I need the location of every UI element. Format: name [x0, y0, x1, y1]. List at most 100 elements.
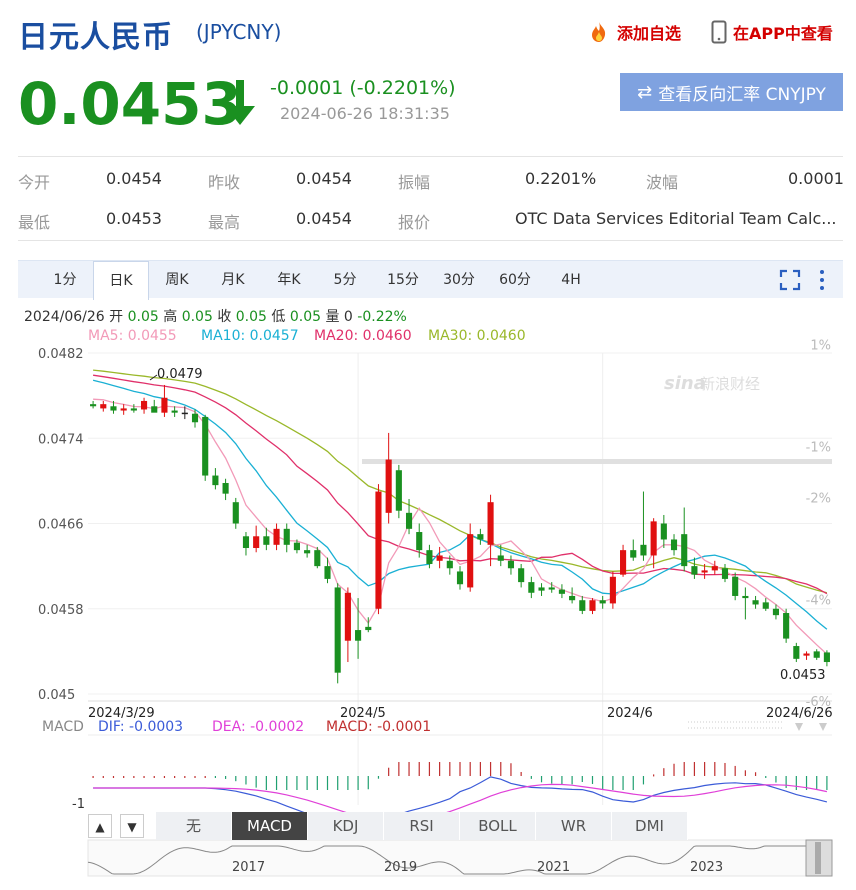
macd-bar	[408, 762, 410, 776]
macd-bar	[153, 776, 155, 778]
macd-bar	[785, 776, 787, 788]
macd-bar	[500, 762, 502, 776]
macd-bar	[347, 776, 349, 790]
candle	[90, 404, 97, 407]
pct-tick-label: -2%	[806, 491, 831, 506]
indicator-rsi[interactable]: RSI	[384, 812, 460, 840]
min-annotation: 0.0453	[780, 668, 826, 683]
macd-bar	[265, 776, 267, 790]
candle	[660, 523, 667, 540]
macd-bar	[296, 776, 298, 790]
candle	[813, 651, 820, 658]
candle	[253, 536, 260, 549]
macd-bar	[724, 762, 726, 776]
candle	[793, 646, 800, 659]
candle	[558, 589, 565, 594]
macd-bar	[642, 776, 645, 785]
candle	[171, 410, 178, 413]
candle	[518, 568, 525, 583]
candle	[630, 550, 637, 558]
indicator-boll[interactable]: BOLL	[460, 812, 536, 840]
candle	[579, 600, 586, 611]
candle	[772, 608, 780, 616]
macd-bar	[591, 776, 594, 784]
candle	[670, 539, 678, 551]
candle	[721, 568, 729, 579]
macd-bar	[143, 776, 145, 778]
macd-bar	[653, 774, 655, 777]
macd-y-label: -1	[72, 797, 85, 812]
candle	[507, 560, 515, 569]
candle	[803, 653, 810, 656]
candle	[762, 602, 769, 609]
macd-bar	[479, 762, 481, 776]
candle	[181, 412, 188, 415]
candle	[569, 595, 576, 601]
candle	[355, 630, 362, 641]
macd-bar	[133, 776, 135, 778]
candle	[701, 570, 708, 573]
candle	[140, 400, 148, 410]
arrow-down-button[interactable]: ▼	[120, 814, 144, 838]
macd-bar	[174, 776, 176, 778]
macd-bar	[469, 762, 471, 776]
macd-bar	[673, 763, 675, 776]
indicator-dmi[interactable]: DMI	[612, 812, 688, 840]
macd-bar	[551, 776, 553, 784]
macd-bar	[255, 776, 257, 788]
y-tick-label: 0.0482	[38, 347, 84, 362]
macd-bar	[224, 776, 227, 779]
macd-bar	[214, 776, 216, 778]
macd-bar	[775, 776, 777, 783]
candle	[212, 475, 219, 486]
candle	[100, 404, 107, 409]
candle	[130, 408, 137, 411]
macd-bar	[489, 762, 492, 776]
indicator-wr[interactable]: WR	[536, 812, 612, 840]
candle	[691, 566, 698, 575]
candle	[752, 600, 759, 605]
candle	[293, 542, 300, 551]
macd-bar	[520, 771, 522, 776]
macd-bar	[388, 767, 390, 776]
macd-bar	[581, 776, 583, 782]
macd-bar	[765, 776, 767, 778]
indicator-bar: 无 MACD KDJ RSI BOLL WR DMI	[156, 812, 688, 840]
y-tick-label: 0.0474	[38, 432, 84, 447]
candle	[395, 470, 402, 511]
scroll-arrows: ▲ ▼	[88, 814, 152, 838]
macd-value: MACD: -0.0001	[326, 719, 432, 735]
candle	[222, 483, 229, 494]
candle	[477, 534, 484, 540]
candle	[467, 534, 474, 588]
candle	[711, 566, 718, 571]
watermark: sina 新浪财经	[664, 373, 760, 394]
indicator-kdj[interactable]: KDJ	[308, 812, 384, 840]
indicator-macd[interactable]: MACD	[232, 812, 308, 840]
y-tick-label: 0.0466	[38, 518, 84, 533]
candle	[456, 571, 464, 585]
macd-bar	[826, 776, 828, 790]
candle	[681, 534, 688, 567]
macd-bar	[92, 776, 94, 778]
candle	[426, 550, 433, 564]
macd-bar	[663, 768, 665, 776]
macd-bar	[418, 762, 420, 776]
candlestick-chart[interactable]: sina 新浪财经 0.04820.04740.04660.04580.045 …	[0, 0, 856, 890]
candle	[375, 491, 382, 609]
price-band	[362, 459, 832, 464]
macd-bar	[367, 776, 369, 790]
watermark-text: 新浪财经	[700, 375, 760, 393]
arrow-up-button[interactable]: ▲	[88, 814, 112, 838]
candle	[324, 566, 331, 579]
pct-tick-label: 1%	[810, 339, 831, 354]
indicator-none[interactable]: 无	[156, 812, 232, 840]
candle	[538, 587, 545, 591]
macd-bar	[816, 776, 818, 790]
macd-bar	[306, 776, 308, 790]
candle	[589, 600, 596, 611]
macd-bar	[286, 776, 288, 790]
navigator-year-label: 2017	[232, 860, 265, 875]
navigator-year-label: 2019	[384, 860, 417, 875]
candle	[405, 512, 413, 529]
